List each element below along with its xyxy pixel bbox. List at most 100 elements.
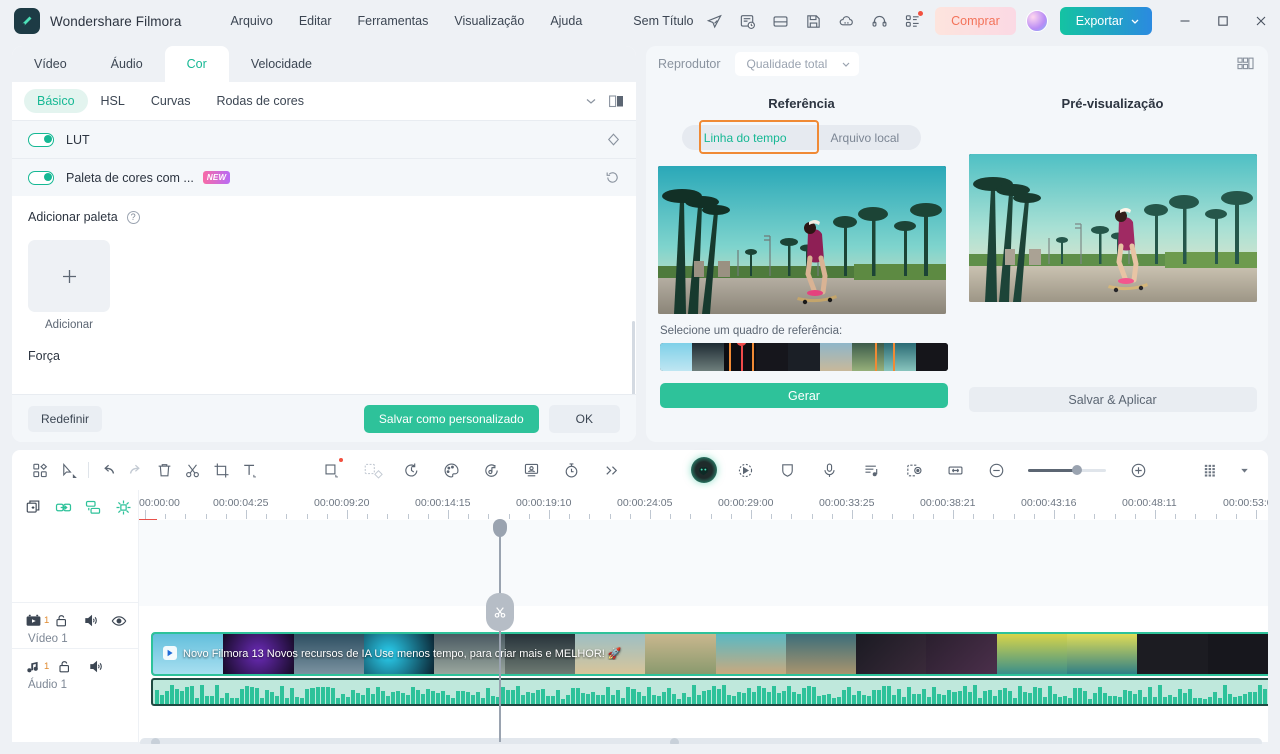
menu-arquivo[interactable]: Arquivo: [217, 8, 285, 34]
video-clip[interactable]: Novo Filmora 13 Novos recursos de IA Use…: [151, 632, 1268, 676]
marker-icon[interactable]: [112, 496, 135, 519]
color-palette-icon[interactable]: [432, 450, 472, 490]
subtab-curvas[interactable]: Curvas: [138, 89, 204, 113]
voiceover-mic-icon[interactable]: [810, 450, 850, 490]
filmstrip-cell[interactable]: [852, 343, 884, 371]
zoom-out-icon[interactable]: [976, 450, 1016, 490]
menu-visualizacao[interactable]: Visualização: [441, 8, 537, 34]
apps-grid-icon[interactable]: [896, 5, 929, 38]
segment-arquivo-local[interactable]: Arquivo local: [809, 125, 922, 150]
playhead[interactable]: [486, 519, 514, 742]
add-track-icon[interactable]: [22, 496, 45, 519]
reset-circular-icon[interactable]: [605, 170, 620, 185]
select-cursor-icon[interactable]: [54, 450, 82, 490]
zoom-slider[interactable]: [1028, 465, 1106, 475]
menu-editar[interactable]: Editar: [286, 8, 345, 34]
eye-visible-icon[interactable]: [111, 614, 139, 628]
unlock-icon[interactable]: [54, 613, 82, 628]
export-button[interactable]: Exportar: [1059, 7, 1152, 35]
layout-icon[interactable]: [764, 5, 797, 38]
save-icon[interactable]: [797, 5, 830, 38]
send-icon[interactable]: [698, 5, 731, 38]
quality-select[interactable]: Qualidade total: [734, 52, 860, 76]
speaker-icon[interactable]: [88, 659, 119, 674]
menu-ferramentas[interactable]: Ferramentas: [345, 8, 442, 34]
ai-copilot-icon[interactable]: [684, 450, 724, 490]
audio-track-icon[interactable]: 1: [26, 660, 57, 674]
compare-split-icon[interactable]: [609, 94, 624, 108]
speaker-icon[interactable]: [83, 613, 111, 628]
maximize-icon[interactable]: [1204, 0, 1242, 42]
segment-linha-do-tempo[interactable]: Linha do tempo: [682, 125, 809, 150]
subtab-rodas-de-cores[interactable]: Rodas de cores: [203, 89, 317, 113]
buy-button[interactable]: Comprar: [935, 7, 1016, 35]
lut-toggle[interactable]: [28, 132, 54, 147]
filmstrip-cell[interactable]: [788, 343, 820, 371]
reference-frame-marker[interactable]: [736, 343, 747, 371]
speed-ramp-icon[interactable]: [392, 450, 432, 490]
filmstrip-cell[interactable]: [692, 343, 724, 371]
minimize-icon[interactable]: [1166, 0, 1204, 42]
chevron-down-icon[interactable]: [1234, 450, 1254, 490]
zoom-slider-knob[interactable]: [1072, 465, 1082, 475]
menu-ajuda[interactable]: Ajuda: [537, 8, 595, 34]
redo-icon[interactable]: [122, 450, 150, 490]
tab-video[interactable]: Vídeo: [12, 46, 89, 82]
reference-filmstrip[interactable]: [660, 343, 948, 371]
silence-detection-icon[interactable]: [894, 450, 934, 490]
green-screen-icon[interactable]: [512, 450, 552, 490]
avatar[interactable]: [1025, 10, 1048, 32]
save-and-apply-button[interactable]: Salvar & Aplicar: [968, 387, 1257, 412]
save-as-custom-button[interactable]: Salvar como personalizado: [363, 404, 539, 433]
headset-icon[interactable]: [863, 5, 896, 38]
render-preview-icon[interactable]: [1190, 450, 1230, 490]
filmstrip-cell[interactable]: [884, 343, 916, 371]
timeline-ruler[interactable]: 00:00:00 00:00:04:25 00:00:09:20 00:00:1…: [139, 490, 1268, 520]
motion-tracking-icon[interactable]: [726, 450, 766, 490]
reset-button[interactable]: Redefinir: [28, 405, 103, 432]
filmstrip-cell[interactable]: [756, 343, 788, 371]
text-icon[interactable]: [236, 450, 264, 490]
link-clips-icon[interactable]: [52, 496, 75, 519]
subtab-basico[interactable]: Básico: [24, 89, 88, 113]
auto-arrange-icon[interactable]: [82, 496, 105, 519]
zoom-in-icon[interactable]: [1118, 450, 1158, 490]
unlock-icon[interactable]: [57, 659, 88, 674]
tab-velocidade[interactable]: Velocidade: [229, 46, 334, 82]
task-list-icon[interactable]: [731, 5, 764, 38]
filmstrip-cell[interactable]: [820, 343, 852, 371]
color-palette-toggle[interactable]: [28, 170, 54, 185]
media-grid-icon[interactable]: [26, 450, 54, 490]
auto-beat-sync-icon[interactable]: [852, 450, 892, 490]
help-icon[interactable]: ?: [126, 210, 140, 224]
crop-icon[interactable]: [207, 450, 235, 490]
playhead-split-button[interactable]: [486, 593, 514, 631]
empty-lane[interactable]: [139, 520, 1268, 606]
undo-icon[interactable]: [94, 450, 122, 490]
playhead-handle[interactable]: [493, 519, 507, 537]
diamond-keyframe-icon[interactable]: [607, 133, 620, 146]
more-chevrons-icon[interactable]: [592, 450, 632, 490]
video-track-icon[interactable]: 1: [26, 614, 54, 628]
filmstrip-cell[interactable]: [916, 343, 948, 371]
tab-cor[interactable]: Cor: [164, 46, 229, 82]
stabilization-icon[interactable]: [768, 450, 808, 490]
filmstrip-cell[interactable]: [660, 343, 692, 371]
stopwatch-icon[interactable]: [552, 450, 592, 490]
delete-trash-icon[interactable]: [150, 450, 178, 490]
layout-grid-icon[interactable]: [1237, 57, 1254, 72]
subtab-hsl[interactable]: HSL: [88, 89, 138, 113]
chevron-down-icon[interactable]: [585, 95, 597, 107]
ok-button[interactable]: OK: [548, 404, 620, 433]
tab-audio[interactable]: Áudio: [89, 46, 165, 82]
close-icon[interactable]: [1242, 0, 1280, 42]
keying-icon[interactable]: [352, 450, 392, 490]
cloud-icon[interactable]: [830, 5, 863, 38]
mask-square-icon[interactable]: [312, 450, 352, 490]
audio-clip[interactable]: [151, 678, 1268, 706]
ai-audio-icon[interactable]: [472, 450, 512, 490]
split-scissors-icon[interactable]: [179, 450, 207, 490]
generate-button[interactable]: Gerar: [660, 383, 948, 408]
add-palette-button[interactable]: [28, 240, 110, 312]
fit-timeline-icon[interactable]: [936, 450, 976, 490]
